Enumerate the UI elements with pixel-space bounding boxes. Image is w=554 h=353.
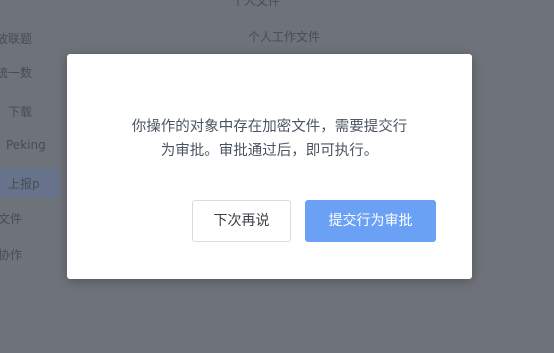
submit-approval-button[interactable]: 提交行为审批 [305, 200, 436, 242]
approval-dialog: 你操作的对象中存在加密文件，需要提交行 为审批。审批通过后，即可执行。 下次再说… [67, 54, 472, 279]
dialog-message-line2: 为审批。审批通过后，即可执行。 [160, 143, 379, 159]
dialog-message-line1: 你操作的对象中存在加密文件，需要提交行 [131, 119, 408, 135]
dialog-message: 你操作的对象中存在加密文件，需要提交行 为审批。审批通过后，即可执行。 [87, 115, 452, 163]
later-button[interactable]: 下次再说 [192, 200, 291, 242]
